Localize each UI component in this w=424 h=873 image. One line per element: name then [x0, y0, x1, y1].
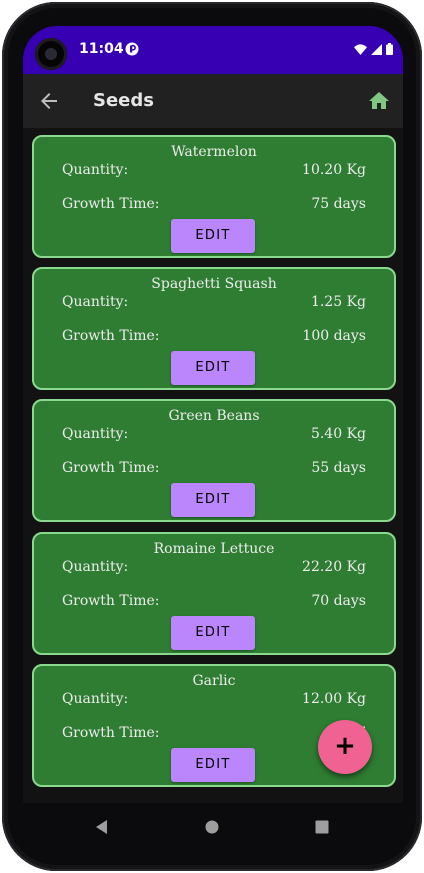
seed-name: Spaghetti Squash: [151, 276, 277, 292]
battery-icon: [386, 43, 393, 55]
back-triangle-icon[interactable]: [94, 819, 110, 835]
seed-card: Watermelon Quantity: 10.20 Kg Growth Tim…: [32, 135, 396, 258]
quantity-label: Quantity:: [62, 559, 129, 575]
home-circle-icon[interactable]: [204, 819, 220, 835]
seed-name: Romaine Lettuce: [153, 541, 275, 557]
quantity-value: 22.20 Kg: [302, 559, 366, 575]
quantity-label: Quantity:: [62, 294, 129, 310]
growth-time-label: Growth Time:: [62, 328, 160, 344]
seed-card: Green Beans Quantity: 5.40 Kg Growth Tim…: [32, 399, 396, 522]
seed-name: Watermelon: [171, 144, 257, 160]
seed-list[interactable]: Watermelon Quantity: 10.20 Kg Growth Tim…: [23, 128, 403, 803]
edit-button[interactable]: EDIT: [171, 483, 255, 517]
front-camera: [35, 38, 67, 70]
quantity-value: 12.00 Kg: [302, 691, 366, 707]
system-nav-bar: [23, 803, 403, 851]
home-icon[interactable]: [367, 89, 391, 113]
app-notification-icon: [125, 42, 139, 56]
growth-time-value: 70 days: [311, 593, 366, 609]
growth-time-value: 55 days: [311, 460, 366, 476]
arrow-back-icon[interactable]: [37, 89, 61, 113]
seed-card: Spaghetti Squash Quantity: 1.25 Kg Growt…: [32, 267, 396, 390]
cellular-signal-icon: [371, 43, 382, 55]
app-bar: Seeds: [23, 74, 403, 128]
edit-button[interactable]: EDIT: [171, 219, 255, 253]
screen: 11:04 Seeds Watermelon Quantity: 10.20 K…: [23, 26, 403, 803]
status-time: 11:04: [79, 41, 124, 57]
quantity-label: Quantity:: [62, 426, 129, 442]
status-bar: 11:04: [23, 26, 403, 74]
recents-square-icon[interactable]: [314, 819, 330, 835]
growth-time-value: 100 days: [302, 328, 366, 344]
edit-button[interactable]: EDIT: [171, 748, 255, 782]
growth-time-label: Growth Time:: [62, 196, 160, 212]
quantity-value: 5.40 Kg: [310, 426, 366, 442]
add-seed-button[interactable]: +: [318, 720, 372, 774]
growth-time-label: Growth Time:: [62, 593, 160, 609]
status-icons: [354, 42, 393, 56]
growth-time-label: Growth Time:: [62, 725, 160, 741]
growth-time-label: Growth Time:: [62, 460, 160, 476]
edit-button[interactable]: EDIT: [171, 616, 255, 650]
wifi-icon: [354, 43, 367, 55]
quantity-value: 10.20 Kg: [302, 162, 366, 178]
growth-time-value: 75 days: [311, 196, 366, 212]
seed-name: Garlic: [192, 673, 236, 689]
phone-frame: 11:04 Seeds Watermelon Quantity: 10.20 K…: [2, 2, 422, 871]
seed-card: Romaine Lettuce Quantity: 22.20 Kg Growt…: [32, 532, 396, 655]
quantity-label: Quantity:: [62, 162, 129, 178]
seed-name: Green Beans: [168, 408, 260, 424]
quantity-value: 1.25 Kg: [310, 294, 366, 310]
page-title: Seeds: [93, 90, 154, 111]
quantity-label: Quantity:: [62, 691, 129, 707]
edit-button[interactable]: EDIT: [171, 351, 255, 385]
